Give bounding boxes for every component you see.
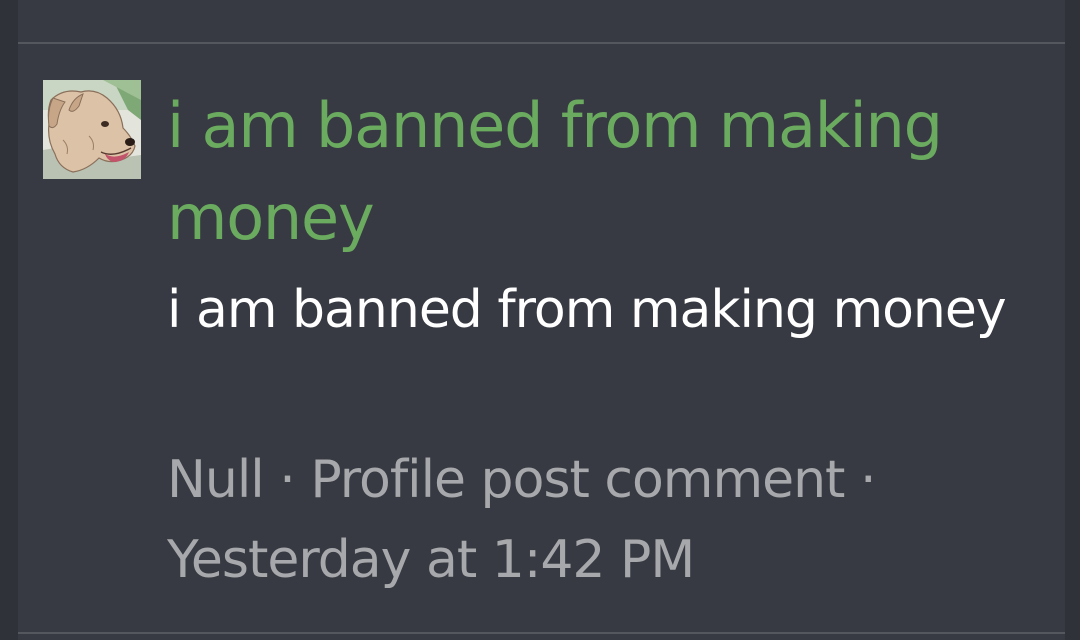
meta-separator-1: · [279, 450, 296, 510]
author-link[interactable]: Null [167, 450, 265, 510]
post-type: Profile post comment [310, 450, 845, 510]
post-title-link[interactable]: i am banned from making money [167, 80, 1027, 264]
meta-separator-2: · [859, 450, 877, 510]
dog-avatar-icon [43, 80, 141, 179]
post-meta: Null · Profile post comment · Yesterday … [167, 440, 1027, 600]
post-timestamp: Yesterday at 1:42 PM [167, 530, 695, 590]
post-body: i am banned from making money [167, 280, 1007, 340]
top-divider [18, 42, 1065, 44]
user-avatar[interactable] [43, 80, 141, 179]
bottom-divider [18, 632, 1065, 634]
